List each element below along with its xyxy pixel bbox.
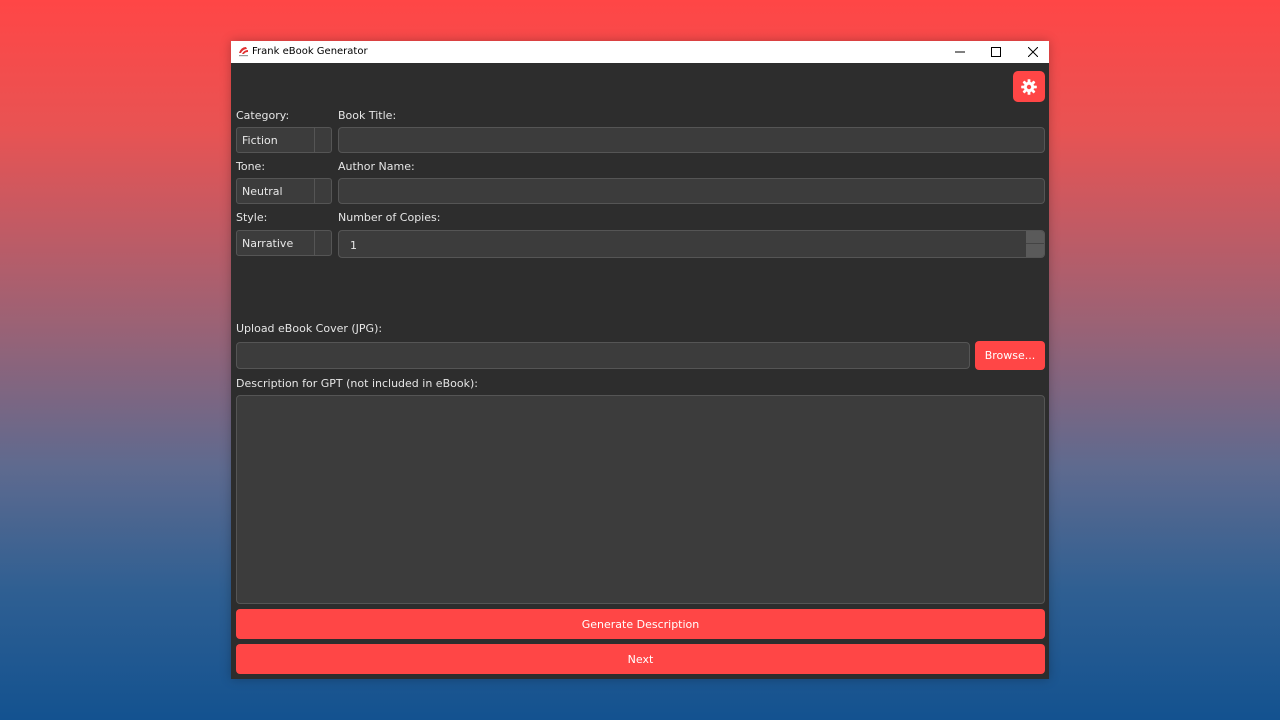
close-icon (1028, 47, 1038, 57)
next-button[interactable]: Next (236, 644, 1045, 674)
cover-path-input[interactable] (236, 342, 970, 369)
copies-spinbox[interactable]: 1 (338, 230, 1045, 258)
author-name-label: Author Name: (338, 160, 415, 173)
book-title-input[interactable] (338, 127, 1045, 153)
app-logo-icon (239, 47, 248, 57)
copies-increment-button[interactable] (1026, 231, 1044, 244)
generate-description-button[interactable]: Generate Description (236, 609, 1045, 639)
minimize-button[interactable] (942, 41, 978, 63)
style-value: Narrative (242, 237, 294, 250)
style-combobox[interactable]: Narrative (236, 230, 332, 256)
book-title-label: Book Title: (338, 109, 397, 122)
style-dropdown-button[interactable] (314, 231, 331, 255)
gear-icon (1021, 78, 1037, 95)
tone-combobox[interactable]: Neutral (236, 178, 332, 204)
style-label: Style: (236, 211, 268, 224)
app-window: Frank eBook Generator Category: Fiction … (231, 41, 1049, 679)
description-textarea[interactable] (236, 395, 1045, 604)
tone-dropdown-button[interactable] (314, 179, 331, 203)
minimize-icon (955, 51, 965, 53)
copies-label: Number of Copies: (338, 211, 441, 224)
copies-decrement-button[interactable] (1026, 244, 1044, 257)
cover-upload-label: Upload eBook Cover (JPG): (236, 322, 383, 335)
title-bar[interactable]: Frank eBook Generator (231, 41, 1049, 63)
category-combobox[interactable]: Fiction (236, 127, 332, 153)
tone-value: Neutral (242, 185, 283, 198)
maximize-button[interactable] (978, 41, 1014, 63)
window-title: Frank eBook Generator (252, 46, 368, 57)
browse-button[interactable]: Browse... (975, 341, 1045, 370)
tone-label: Tone: (236, 160, 266, 173)
close-button[interactable] (1015, 41, 1051, 63)
category-value: Fiction (242, 134, 278, 147)
author-name-input[interactable] (338, 178, 1045, 204)
maximize-icon (991, 47, 1001, 57)
copies-value: 1 (350, 239, 357, 252)
description-label: Description for GPT (not included in eBo… (236, 377, 478, 390)
category-dropdown-button[interactable] (314, 128, 331, 152)
settings-button[interactable] (1013, 71, 1045, 102)
category-label: Category: (236, 109, 290, 122)
